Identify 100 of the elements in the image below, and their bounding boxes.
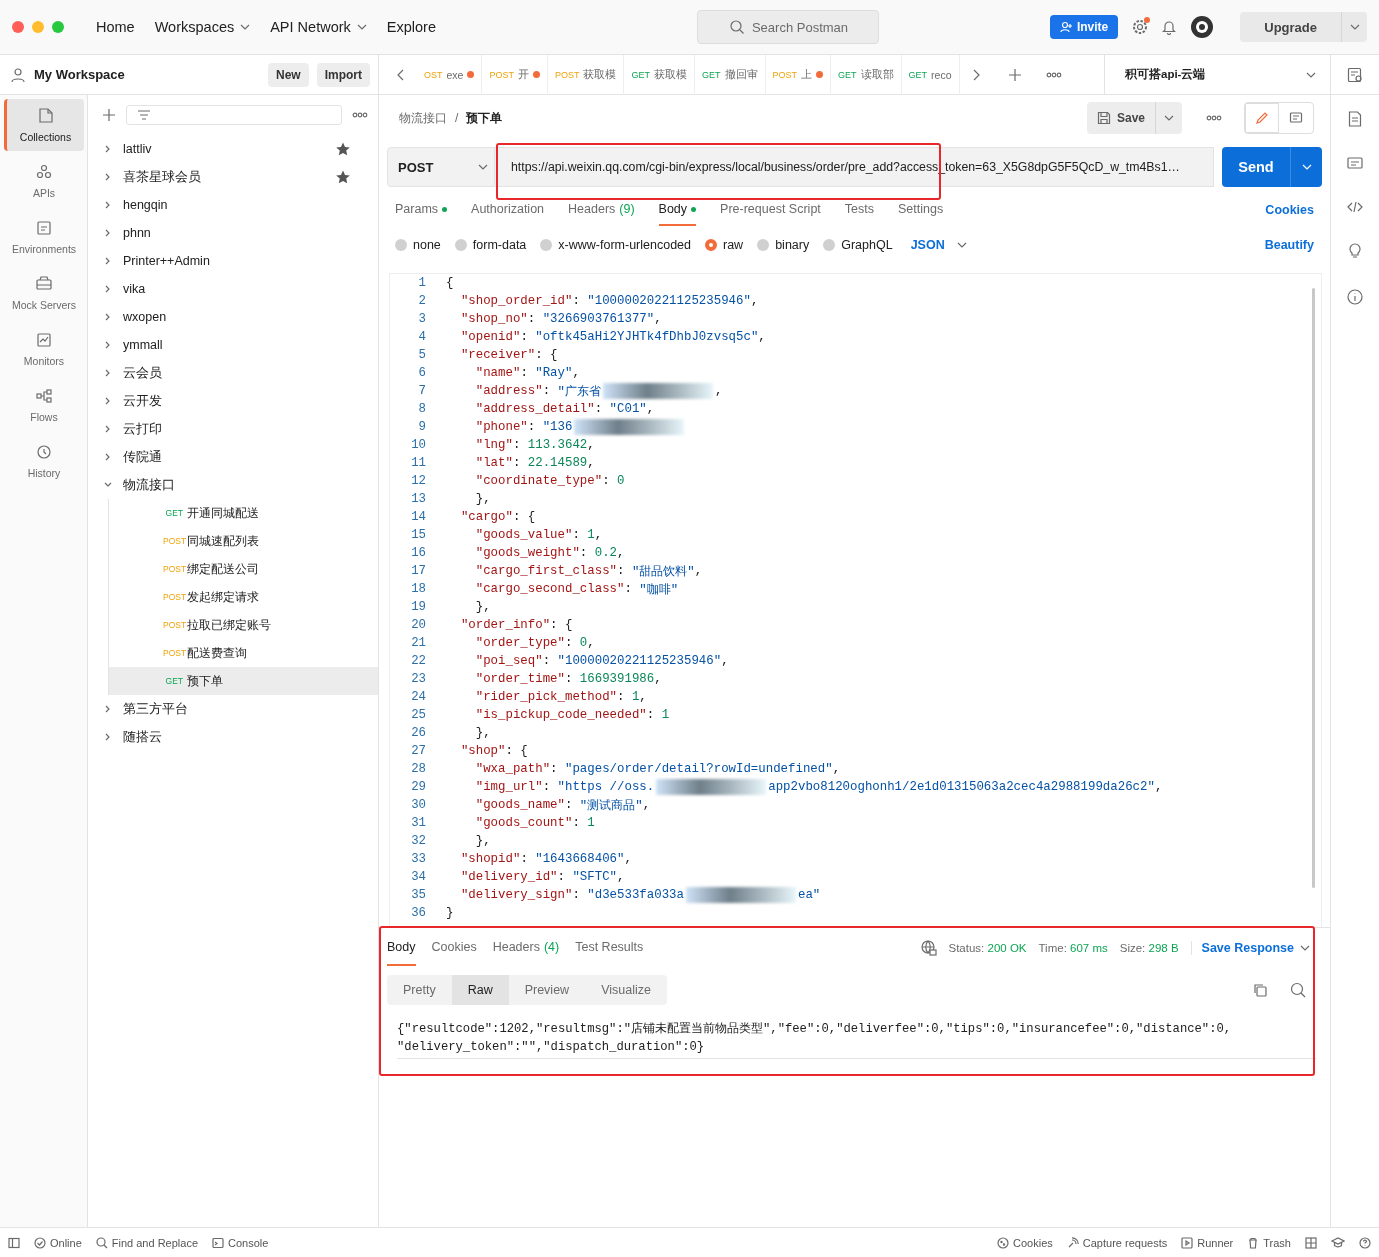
collection-item[interactable]: 喜茶星球会员: [88, 163, 378, 191]
view-mode-tab[interactable]: Visualize: [585, 975, 667, 1005]
collection-item[interactable]: 云会员: [88, 359, 378, 387]
collection-item[interactable]: 随搭云: [88, 723, 378, 751]
status-bar-button[interactable]: Trash: [1247, 1236, 1291, 1249]
back-icon[interactable]: [397, 68, 405, 81]
sidebar-tab[interactable]: Collections: [4, 99, 84, 151]
cookies-link[interactable]: Cookies: [1265, 203, 1314, 217]
settings-icon[interactable]: [1132, 19, 1149, 35]
status-bar-button[interactable]: Runner: [1181, 1236, 1234, 1249]
view-mode-tab[interactable]: Preview: [508, 975, 586, 1005]
nav-menu[interactable]: Home: [96, 19, 135, 35]
request-tab[interactable]: Pre-request Script: [720, 194, 821, 226]
add-icon[interactable]: [102, 108, 116, 122]
beautify-link[interactable]: Beautify: [1264, 238, 1314, 252]
response-tab[interactable]: Test Results: [575, 930, 644, 966]
status-bar-button[interactable]: Capture requests: [1066, 1236, 1168, 1249]
workspace-button[interactable]: Import: [316, 62, 370, 87]
collection-item[interactable]: 云打印: [88, 415, 378, 443]
radio-button[interactable]: [823, 239, 836, 251]
radio-button[interactable]: [395, 239, 407, 251]
request-tab[interactable]: Headers (9): [568, 194, 635, 226]
edit-button[interactable]: [1245, 103, 1279, 133]
response-tab[interactable]: Headers (4): [492, 930, 560, 966]
response-tab[interactable]: Cookies: [431, 930, 477, 966]
status-bar-button[interactable]: Cookies: [997, 1236, 1053, 1249]
request-tab[interactable]: GET 读取部: [831, 54, 902, 95]
add-icon[interactable]: [1007, 67, 1022, 82]
nav-menu[interactable]: Workspaces: [154, 19, 251, 35]
more-icon[interactable]: [1045, 71, 1062, 78]
bell-icon[interactable]: [1162, 19, 1177, 35]
help-icon[interactable]: [1359, 1236, 1371, 1249]
sidebar-tab[interactable]: History: [4, 435, 84, 487]
request-item[interactable]: POST发起绑定请求: [108, 583, 378, 611]
sidebar-tab[interactable]: Monitors: [4, 323, 84, 375]
sidebar-tab[interactable]: Environments: [4, 211, 84, 263]
request-tab[interactable]: Tests: [844, 194, 874, 226]
status-bar-button[interactable]: Find and Replace: [95, 1236, 199, 1249]
collection-item[interactable]: Printer++Admin: [88, 247, 378, 275]
info-icon[interactable]: [1347, 289, 1363, 305]
radio-button[interactable]: [705, 239, 717, 251]
sidebar-tab[interactable]: Flows: [4, 379, 84, 431]
status-bar-button[interactable]: Console: [212, 1236, 269, 1249]
collection-item[interactable]: lattliv: [88, 135, 378, 163]
request-tab[interactable]: GET 撤回审: [695, 54, 766, 95]
star-icon[interactable]: [336, 170, 350, 184]
method-selector[interactable]: POST: [387, 147, 495, 187]
nav-menu[interactable]: Explore: [386, 19, 436, 35]
collection-item[interactable]: wxopen: [88, 303, 378, 331]
code-icon[interactable]: [1347, 201, 1363, 213]
collection-item[interactable]: ymmall: [88, 331, 378, 359]
request-item[interactable]: POST绑定配送公司: [108, 555, 378, 583]
environment-quick-look-icon[interactable]: [1347, 66, 1363, 83]
upgrade-button[interactable]: Upgrade: [1240, 12, 1341, 42]
request-tab[interactable]: POST 上: [765, 54, 832, 95]
more-icon[interactable]: [352, 112, 368, 118]
collection-item[interactable]: 第三方平台: [88, 695, 378, 723]
request-item[interactable]: POST拉取已绑定账号: [108, 611, 378, 639]
request-tab[interactable]: GET reco: [901, 54, 960, 95]
search-field[interactable]: Search Postman: [696, 10, 879, 44]
sidebar-tab[interactable]: APIs: [4, 155, 84, 207]
sidebar-tab[interactable]: Mock Servers: [4, 267, 84, 319]
request-tab[interactable]: Authorization: [471, 194, 545, 226]
collection-item[interactable]: hengqin: [88, 191, 378, 219]
search-icon[interactable]: [1290, 982, 1306, 998]
request-tab[interactable]: POST 开: [482, 54, 548, 95]
view-mode-tab[interactable]: Raw: [451, 975, 509, 1005]
forward-icon[interactable]: [971, 68, 980, 81]
response-tab[interactable]: Body: [387, 930, 416, 966]
request-tab[interactable]: GET 获取模: [624, 54, 695, 95]
lightbulb-icon[interactable]: [1348, 243, 1362, 259]
more-icon[interactable]: [1206, 115, 1222, 121]
collection-item[interactable]: 物流接口: [88, 471, 378, 499]
request-tab[interactable]: Settings: [898, 194, 944, 226]
workspace-button[interactable]: New: [267, 62, 309, 87]
filter-field[interactable]: [126, 105, 342, 125]
request-tab[interactable]: Body: [658, 194, 697, 226]
collection-item[interactable]: 传院通: [88, 443, 378, 471]
radio-button[interactable]: [540, 239, 553, 251]
window-control[interactable]: [52, 21, 64, 33]
graduation-cap-icon[interactable]: [1331, 1236, 1345, 1249]
request-tab[interactable]: OST exe: [417, 54, 483, 95]
request-tab[interactable]: Params: [395, 194, 448, 226]
layout-icon[interactable]: [1305, 1236, 1317, 1249]
sidebar-toggle-icon[interactable]: [8, 1236, 20, 1249]
star-icon[interactable]: [336, 142, 350, 156]
nav-menu[interactable]: API Network: [270, 19, 367, 35]
comment-icon[interactable]: [1347, 157, 1363, 171]
radio-button[interactable]: [757, 239, 770, 251]
request-tab[interactable]: POST 获取模: [547, 54, 625, 95]
environment-selector[interactable]: 积可搭api-云端: [1104, 54, 1330, 95]
window-control[interactable]: [12, 21, 24, 33]
invite-button[interactable]: Invite: [1049, 15, 1119, 39]
save-response-button[interactable]: Save Response: [1190, 941, 1310, 955]
view-mode-tab[interactable]: Pretty: [387, 975, 452, 1005]
request-item[interactable]: GET 预下单: [108, 667, 378, 695]
copy-icon[interactable]: [1252, 982, 1268, 998]
radio-button[interactable]: [454, 239, 467, 251]
breadcrumb-link[interactable]: 物流接口: [399, 109, 447, 127]
request-item[interactable]: POST 同城速配列表: [108, 527, 378, 555]
